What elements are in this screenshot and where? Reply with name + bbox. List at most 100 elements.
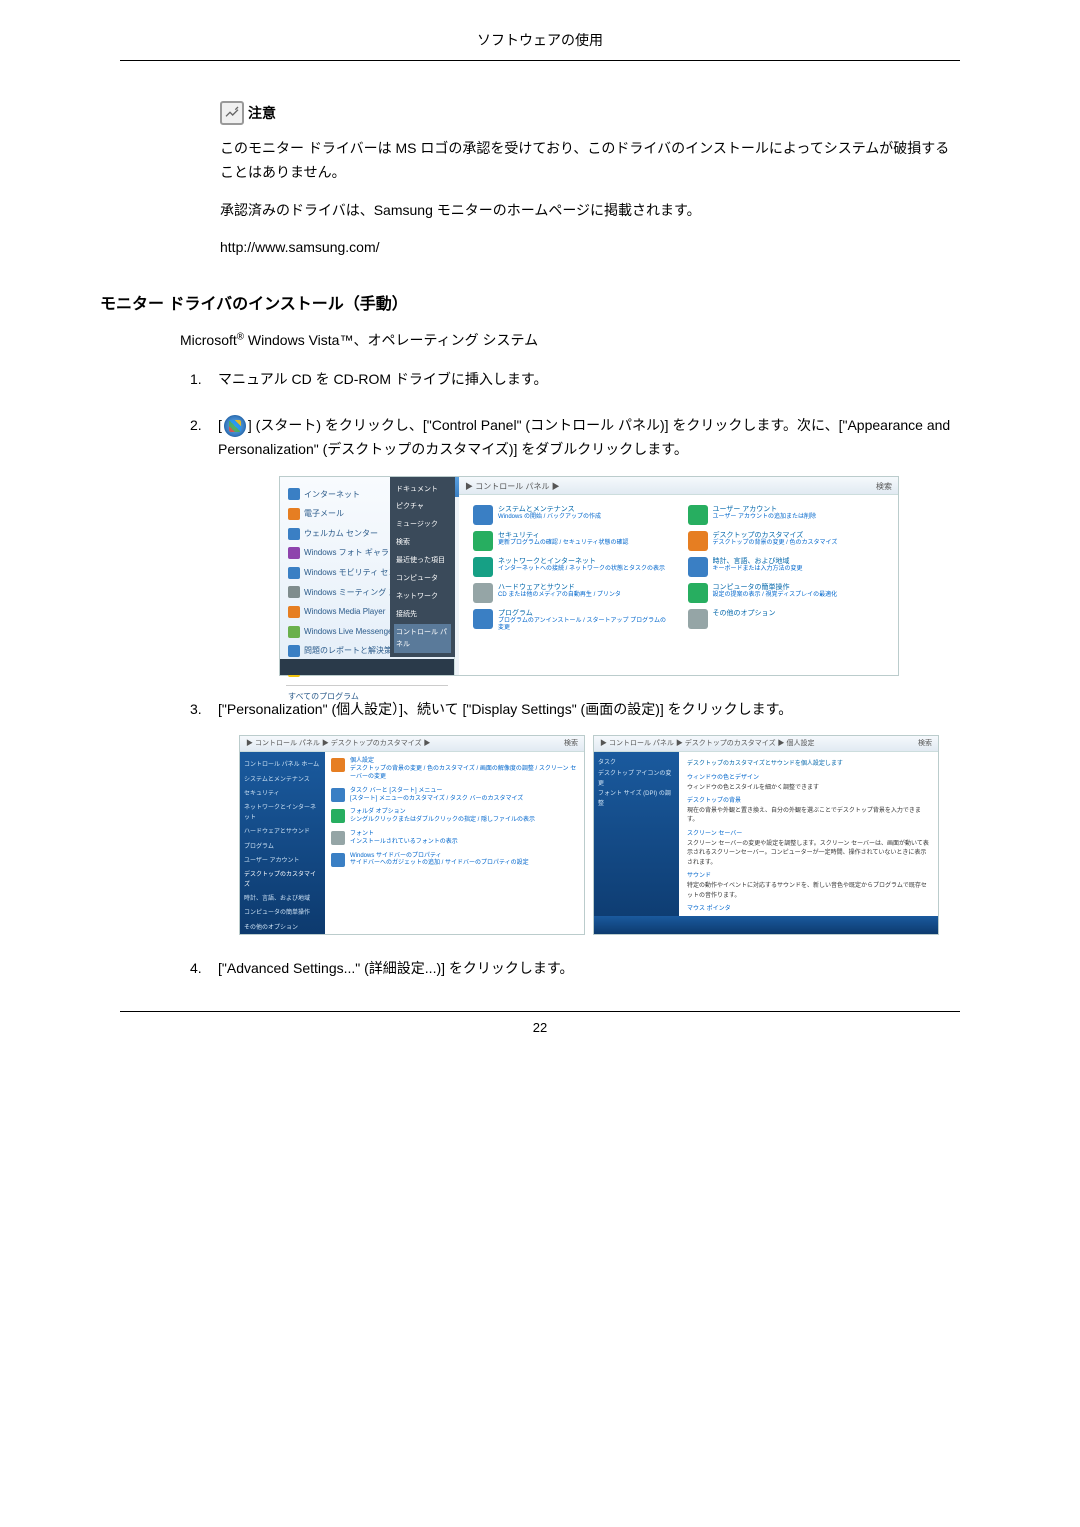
control-panel-grid: システムとメンテナンスWindows の開始 / バックアップの作成 ユーザー …	[459, 495, 898, 644]
side-item: ネットワークとインターネット	[244, 801, 321, 825]
row-sub: インストールされているフォントの表示	[350, 839, 458, 847]
side-item: ハードウェアとサウンド	[244, 825, 321, 839]
row-sub: [スタート] メニューのカスタマイズ / タスク バーのカスタマイズ	[350, 796, 523, 804]
start-menu-pane: インターネット 電子メール ウェルカム センター Windows フォト ギャラ…	[280, 477, 455, 675]
header-title: ソフトウェアの使用	[477, 32, 603, 48]
page-header: ソフトウェアの使用	[120, 0, 960, 61]
sm-r: 最近使った項目	[394, 552, 451, 570]
registered-mark: ®	[237, 332, 244, 343]
side-item: その他のオプション	[244, 921, 321, 935]
screenshot-personalization: ▶ コントロール パネル ▶ デスクトップのカスタマイズ ▶ 検索 コントロール…	[239, 735, 939, 935]
ease-icon	[688, 583, 708, 603]
note-line2: 承認済みのドライバは、Samsung モニターのホームページに掲載されます。	[220, 199, 960, 223]
sm-r: ミュージック	[394, 516, 451, 534]
cp-title: デスクトップのカスタマイズ	[713, 531, 838, 540]
breadcrumb-bar: ▶ コントロール パネル ▶ 検索	[459, 477, 898, 495]
control-panel-window: ▶ コントロール パネル ▶ 検索 システムとメンテナンスWindows の開始…	[459, 477, 898, 675]
row-title: 個人設定	[350, 758, 578, 766]
left-sidebar: コントロール パネル ホーム システムとメンテナンス セキュリティ ネットワーク…	[240, 752, 325, 934]
gallery-icon	[288, 547, 300, 559]
cp-sub: Windows の開始 / バックアップの作成	[498, 514, 601, 522]
appearance-main: 個人設定デスクトップの背景の変更 / 色のカスタマイズ / 画面の解像度の調整 …	[325, 752, 584, 934]
sm-r: 検索	[394, 534, 451, 552]
step4-text: ["Advanced Settings..." (詳細設定...)] をクリック…	[218, 960, 574, 976]
side-item: フォント サイズ (DPI) の調整	[598, 789, 675, 809]
ie-icon	[288, 488, 300, 500]
sm-r: ドキュメント	[394, 481, 451, 499]
step2-pre: [	[218, 417, 222, 433]
mail-icon	[288, 508, 300, 520]
step-1: マニュアル CD を CD-ROM ドライブに挿入します。	[190, 368, 960, 392]
main-heading: デスクトップのカスタマイズとサウンドを個人設定します	[687, 760, 930, 770]
steps-list: マニュアル CD を CD-ROM ドライブに挿入します。 [] (スタート) …	[190, 368, 960, 981]
personalization-window: ▶ コントロール パネル ▶ デスクトップのカスタマイズ ▶ 個人設定 検索 タ…	[593, 735, 939, 935]
intro-post: Windows Vista™、オペレーティング システム	[244, 332, 538, 348]
crumb-search: 検索	[876, 480, 892, 491]
taskbar-icon	[331, 788, 345, 802]
user-icon	[688, 505, 708, 525]
side-item: プログラム	[244, 840, 321, 854]
cp-sub: プログラムのアンインストール / スタートアップ プログラムの変更	[498, 618, 670, 634]
row-title: フォルダ オプション	[350, 809, 535, 817]
folder-icon	[331, 809, 345, 823]
system-icon	[473, 505, 493, 525]
intro-text: Microsoft® Windows Vista™、オペレーティング システム	[180, 330, 960, 350]
cp-sub: ユーザー アカウントの追加または削除	[713, 514, 817, 522]
item-t: 特定の動作やイベントに対応するサウンドを、新しい音色や既定からプログラムで既存セ…	[687, 882, 930, 901]
section-heading: モニター ドライバのインストール（手動）	[100, 290, 960, 314]
right-sidebar: タスク デスクトップ アイコンの変更 フォント サイズ (DPI) の調整	[594, 752, 679, 934]
side-item: システムとメンテナンス	[244, 773, 321, 787]
personalization-icon	[331, 758, 345, 772]
side-item-active: デスクトップのカスタマイズ	[244, 868, 321, 892]
item-t: スクリーン セーバーの変更や設定を調整します。スクリーン セーバーは、画面が動い…	[687, 840, 930, 869]
sm-r: コンピュータ	[394, 570, 451, 588]
crumb-search: 検索	[918, 738, 932, 749]
row-sub: シングルクリックまたはダブルクリックの指定 / 隠しファイルの表示	[350, 817, 535, 825]
side-item: コンピュータの簡単操作	[244, 906, 321, 920]
step-2: [] (スタート) をクリックし、["Control Panel" (コントロー…	[190, 414, 960, 676]
side-item: コントロール パネル ホーム	[244, 758, 321, 772]
row-title: タスク バーと [スタート] メニュー	[350, 788, 523, 796]
cp-title: 時計、言語、および地域	[713, 557, 803, 566]
sm-item: 問題のレポートと解決策	[304, 644, 392, 658]
side-item: 時計、言語、および地域	[244, 892, 321, 906]
report-icon	[288, 645, 300, 657]
cp-title: ユーザー アカウント	[713, 505, 817, 514]
crumb: ▶ コントロール パネル ▶ デスクトップのカスタマイズ ▶ 個人設定	[600, 738, 814, 749]
windows-start-icon	[224, 415, 246, 437]
row-title: フォント	[350, 831, 458, 839]
side-item: デスクトップ アイコンの変更	[598, 769, 675, 789]
cp-title: コンピュータの簡単操作	[713, 583, 838, 592]
security-icon	[473, 531, 493, 551]
mobility-icon	[288, 567, 300, 579]
crumb: ▶ コントロール パネル ▶ デスクトップのカスタマイズ ▶	[246, 738, 431, 749]
item-h: スクリーン セーバー	[687, 830, 930, 840]
note-icon	[220, 101, 244, 125]
item-h: デスクトップの背景	[687, 797, 930, 807]
sm-r: 接続先	[394, 606, 451, 624]
note-line1: このモニター ドライバーは MS ロゴの承認を受けており、このドライバのインスト…	[220, 137, 960, 185]
item-t: ウィンドウの色とスタイルを細かく調整できます	[687, 784, 930, 794]
programs-icon	[473, 609, 493, 629]
cp-sub: 設定の提案の表示 / 視覚ディスプレイの最適化	[713, 592, 838, 600]
personalization-main: デスクトップのカスタマイズとサウンドを個人設定します ウィンドウの色とデザイン …	[679, 752, 938, 934]
step3-text: ["Personalization" (個人設定）]、続いて ["Display…	[218, 701, 792, 717]
intro-pre: Microsoft	[180, 332, 237, 348]
cp-sub: キーボードまたは入力方法の変更	[713, 566, 803, 574]
item-h: マウス ポインタ	[687, 905, 930, 915]
step-4: ["Advanced Settings..." (詳細設定...)] をクリック…	[190, 957, 960, 981]
cp-sub: デスクトップの背景の変更 / 色のカスタマイズ	[713, 540, 838, 548]
sidebar-icon	[331, 853, 345, 867]
row-sub: サイドバーへのガジェットの追加 / サイドバーのプロパティの設定	[350, 860, 529, 868]
item-h: サウンド	[687, 872, 930, 882]
bottom-strip	[594, 916, 938, 934]
note-url: http://www.samsung.com/	[220, 236, 960, 260]
cp-title: セキュリティ	[498, 531, 628, 540]
crumb-left: ▶ コントロール パネル ▶	[465, 480, 560, 491]
fonts-icon	[331, 831, 345, 845]
cp-title: ネットワークとインターネット	[498, 557, 665, 566]
side-item: セキュリティ	[244, 787, 321, 801]
network-icon	[473, 557, 493, 577]
cp-title: プログラム	[498, 609, 670, 618]
item-t: 現在の背景や外観と置き換え、自分の外観を選ぶことでデスクトップ背景を入力できます…	[687, 807, 930, 826]
